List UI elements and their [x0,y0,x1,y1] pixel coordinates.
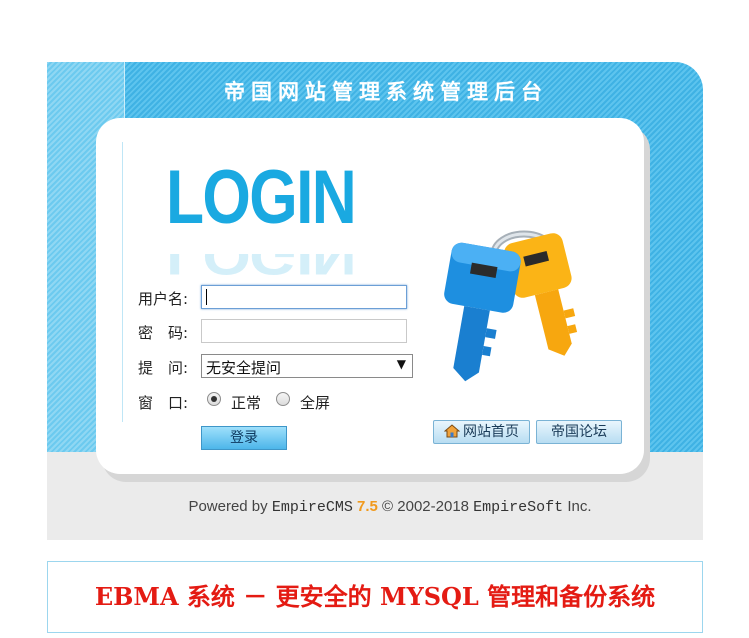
password-input[interactable] [201,319,407,343]
card-divider [122,142,123,422]
copyright-text: © 2002-2018 [382,498,469,515]
keys-icon [444,230,578,382]
username-label: 用户名: [138,290,189,308]
footer-credit: Powered by EmpireCMS 7.5 © 2002-2018 Emp… [47,498,733,516]
text-caret [206,289,207,305]
ebma-banner[interactable]: EBMA 系统 － 更安全的 MYSQL 管理和备份系统 [47,561,703,633]
login-button[interactable]: 登录 [201,426,287,450]
home-icon [444,424,460,438]
window-normal-radio[interactable] [207,392,221,406]
question-label: 提 问: [138,359,189,377]
login-logo: LOGIN [166,155,357,240]
username-input[interactable] [201,285,407,309]
question-select[interactable]: 无安全提问 ▼ [201,354,413,378]
forum-link-button[interactable]: 帝国论坛 [536,420,622,444]
home-link-button[interactable]: 网站首页 [433,420,530,444]
password-label: 密 码: [138,324,189,342]
company-name: EmpireSoft [473,499,564,516]
page-title: 帝国网站管理系统管理后台 [224,80,548,104]
forum-link-label: 帝国论坛 [551,424,607,440]
version-number: 7.5 [357,498,378,515]
home-link-label: 网站首页 [463,424,519,440]
login-logo-reflection: LOGIN [166,254,355,282]
brand-name: EmpireCMS [271,499,353,516]
window-fullscreen-radio[interactable] [276,392,290,406]
company-suffix: Inc. [567,498,592,515]
question-selected-value: 无安全提问 [206,359,282,377]
dropdown-arrow-icon: ▼ [396,357,406,371]
window-fullscreen-label: 全屏 [300,394,331,412]
window-normal-label: 正常 [231,394,262,412]
powered-by-text: Powered by [188,498,268,515]
window-label: 窗 口: [138,394,189,412]
